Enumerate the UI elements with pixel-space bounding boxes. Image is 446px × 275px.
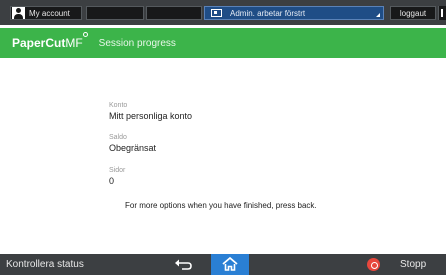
pages-field: Sidor 0 <box>109 167 125 186</box>
back-arrow-icon <box>175 259 192 270</box>
stop-button[interactable]: Stopp <box>400 257 426 273</box>
page-title: Session progress <box>98 37 176 49</box>
account-field: Konto Mitt personliga konto <box>109 102 192 121</box>
home-button[interactable] <box>211 254 249 275</box>
logout-button[interactable]: loggaut <box>390 6 436 20</box>
logout-label: loggaut <box>399 8 427 18</box>
stop-icon <box>367 258 380 271</box>
session-details: Konto Mitt personliga konto Saldo Obegrä… <box>0 58 446 250</box>
my-account-label: My account <box>29 8 70 18</box>
corner-triangle-icon <box>376 13 380 17</box>
system-bar: My account Admin. arbetar förstrt loggau… <box>0 0 446 25</box>
balance-label: Saldo <box>109 134 127 141</box>
monitor-icon <box>211 9 222 17</box>
account-label: Konto <box>109 102 128 109</box>
account-value: Mitt personliga konto <box>109 111 193 121</box>
home-icon <box>222 256 238 271</box>
power-button[interactable] <box>438 6 446 20</box>
admin-status-indicator[interactable]: Admin. arbetar förstrt <box>204 6 384 20</box>
logo-dot-icon <box>82 32 88 37</box>
balance-field: Saldo Obegränsat <box>109 134 156 153</box>
app-header: PaperCutMF Session progress <box>0 28 446 58</box>
balance-value: Obegränsat <box>109 143 157 153</box>
brand-main: PaperCut <box>12 36 66 50</box>
status-slot <box>86 6 144 20</box>
person-icon <box>12 7 25 19</box>
papercut-logo: PaperCutMF <box>12 32 88 50</box>
admin-status-label: Admin. arbetar förstrt <box>230 8 306 18</box>
power-icon <box>441 9 443 17</box>
my-account-button[interactable]: My account <box>10 6 82 20</box>
status-slot <box>146 6 202 20</box>
back-button[interactable] <box>170 257 196 273</box>
pages-value: 0 <box>109 176 115 186</box>
brand-suffix: MF <box>65 36 83 50</box>
instruction-note: For more options when you have finished,… <box>125 201 317 210</box>
bottom-bar: Kontrollera status Stopp <box>0 254 446 275</box>
pages-label: Sidor <box>109 167 126 174</box>
check-status-button[interactable]: Kontrollera status <box>6 257 84 273</box>
